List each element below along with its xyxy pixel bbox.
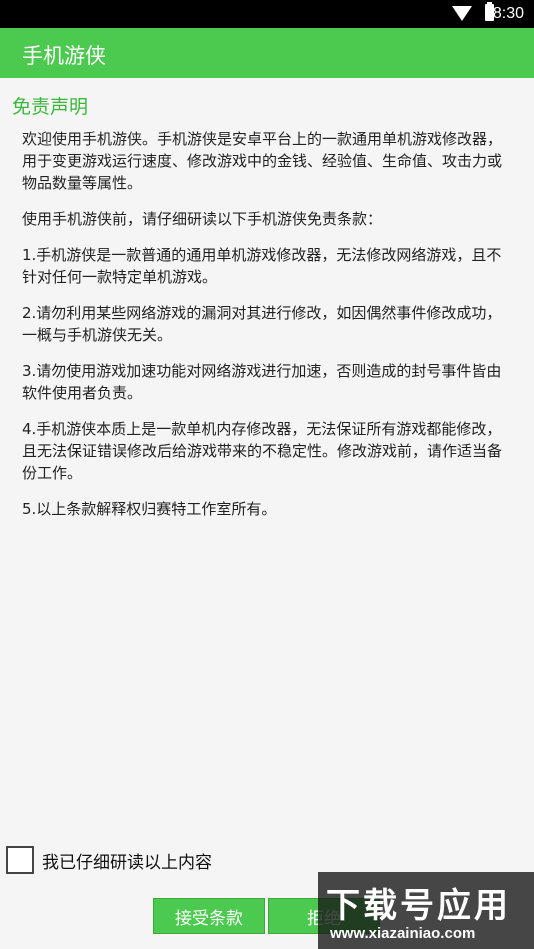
term-item-5: 5.以上条款解释权归赛特工作室所有。 [22, 500, 277, 518]
app-title: 手机游侠 [22, 44, 106, 68]
watermark-url: www.xiazainiao.com [330, 925, 476, 942]
intro-paragraph: 欢迎使用手机游侠。手机游侠是安卓平台上的一款通用单机游戏修改器，用于变更游戏运行… [22, 130, 503, 192]
agreement-checkbox[interactable] [6, 846, 34, 874]
term-item-1: 1.手机游侠是一款普通的通用单机游戏修改器，无法修改网络游戏，且不针对任何一款特… [22, 246, 502, 286]
status-time: 8:30 [492, 5, 524, 22]
term-item-2: 2.请勿利用某些网络游戏的漏洞对其进行修改，如因偶然事件修改成功，一概与手机游侠… [22, 304, 502, 344]
wifi-icon [452, 6, 472, 21]
app-bar: 手机游侠 [0, 28, 534, 78]
agreement-row[interactable]: 我已仔细研读以上内容 [6, 844, 212, 876]
term-item-3: 3.请勿使用游戏加速功能对网络游戏进行加速，否则造成的封号事件皆由软件使用者负责… [22, 362, 502, 402]
terms-intro-paragraph: 使用手机游侠前，请仔细研读以下手机游侠免责条款： [22, 210, 383, 228]
watermark-logo: 下载号应用 www.xiazainiao.com [318, 872, 534, 949]
accept-button[interactable]: 接受条款 [153, 898, 265, 934]
term-item-4: 4.手机游侠本质上是一款单机内存修改器，无法保证所有游戏都能修改，且无法保证错误… [22, 420, 503, 482]
agreement-label[interactable]: 我已仔细研读以上内容 [42, 848, 212, 873]
disclaimer-content: 欢迎使用手机游侠。手机游侠是安卓平台上的一款通用单机游戏修改器，用于变更游戏运行… [22, 128, 512, 534]
disclaimer-title: 免责声明 [12, 96, 89, 118]
status-bar: 8:30 [0, 0, 534, 28]
watermark-title: 下载号应用 [326, 886, 511, 926]
